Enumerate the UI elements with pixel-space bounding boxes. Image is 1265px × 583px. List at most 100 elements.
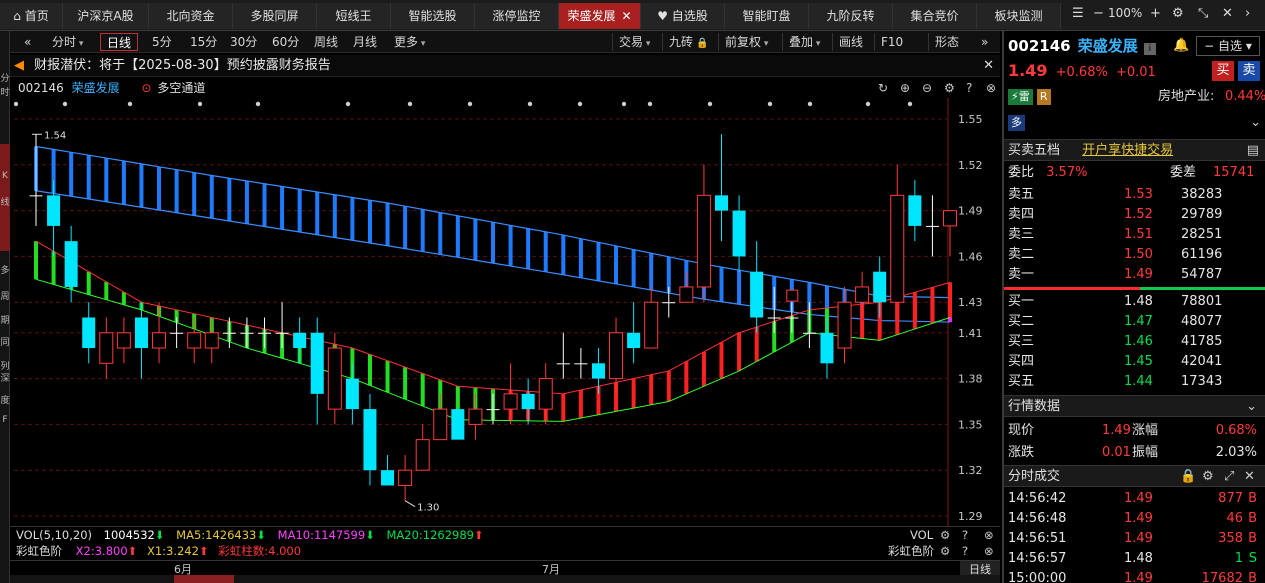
zoom-in-icon[interactable]: + xyxy=(1150,6,1161,21)
quote-name[interactable]: 荣盛发展 xyxy=(1078,37,1138,55)
period-0[interactable]: 分时 ▾ xyxy=(46,33,89,51)
buy-row[interactable]: 买二 1.47 48077 xyxy=(1008,312,1261,332)
period-5[interactable]: 60分 xyxy=(266,33,305,51)
period-6[interactable]: 周线 xyxy=(308,33,344,51)
vol-help-icon[interactable]: ? xyxy=(962,527,968,543)
trades-lock-icon[interactable]: 🔒 xyxy=(1180,466,1196,488)
period-3[interactable]: 15分 xyxy=(184,33,223,51)
buy-row[interactable]: 买五 1.44 17343 xyxy=(1008,372,1261,392)
market-collapse-icon[interactable]: ⌄ xyxy=(1246,396,1257,418)
menu-icon[interactable]: ☰ xyxy=(1072,6,1084,21)
expand-chevron-icon[interactable]: ⌄ xyxy=(1250,113,1261,133)
orderbook-menu-icon[interactable]: ▤ xyxy=(1247,140,1259,162)
settings-icon[interactable]: ⚙ xyxy=(1172,6,1184,21)
left-strip-label[interactable]: 时 xyxy=(0,85,10,98)
vol-right-label[interactable]: VOL xyxy=(910,527,933,543)
close-window-icon[interactable]: ✕ xyxy=(1222,6,1233,21)
left-strip-label[interactable]: K xyxy=(0,171,10,181)
left-strip-label[interactable]: 周 xyxy=(0,289,10,302)
tab-2[interactable]: 北向资金 xyxy=(149,3,233,29)
vol-settings-icon[interactable]: ⚙ xyxy=(940,527,950,543)
trades-expand-icon[interactable]: ⤢ xyxy=(1224,466,1234,488)
tab-11[interactable]: 集合竞价 xyxy=(893,3,977,29)
close-tab-icon[interactable]: ✕ xyxy=(621,9,631,23)
close-notice-icon[interactable]: ✕ xyxy=(983,55,994,77)
expand-right-icon[interactable]: » xyxy=(975,33,994,51)
period-7[interactable]: 月线 xyxy=(347,33,383,51)
refresh-icon[interactable]: ↻ xyxy=(878,78,888,98)
vol-label[interactable]: VOL(5,10,20) xyxy=(16,528,92,542)
trades-settings-icon[interactable]: ⚙ xyxy=(1202,466,1214,488)
add-indicator-icon[interactable]: ⊕ xyxy=(900,78,910,98)
left-strip-label[interactable]: F xyxy=(0,415,10,425)
sell-row[interactable]: 卖三 1.51 28251 xyxy=(1008,225,1261,245)
earnings-notice[interactable]: ◀ 财报潜伏：将于【2025-08-30】预约披露财务报告 ✕ xyxy=(10,55,1000,77)
left-strip-label[interactable]: 分 xyxy=(0,71,10,84)
vol-close-icon[interactable]: ⊗ xyxy=(984,527,994,543)
more-tag[interactable]: 多 xyxy=(1008,115,1025,131)
help-icon[interactable]: ? xyxy=(966,78,972,98)
left-strip-label[interactable]: 度 xyxy=(0,393,10,406)
left-strip-label[interactable]: 深 xyxy=(0,371,10,384)
event-flag-icon[interactable] xyxy=(786,289,799,302)
left-strip-label[interactable]: 期 xyxy=(0,313,10,326)
rainbow-label[interactable]: 彩虹色阶 xyxy=(16,544,62,558)
tool-5[interactable]: F10 xyxy=(874,33,909,51)
tab-4[interactable]: 短线王 xyxy=(317,3,391,29)
rainbow-settings-icon[interactable]: ⚙ xyxy=(940,543,950,559)
period-4[interactable]: 30分 xyxy=(224,33,263,51)
buy-button[interactable]: 买 xyxy=(1212,61,1234,81)
channel-label[interactable]: 多空通道 xyxy=(157,81,205,95)
remove-indicator-icon[interactable]: ⊖ xyxy=(922,78,932,98)
sell-row[interactable]: 卖一 1.49 54787 xyxy=(1008,265,1261,285)
left-strip-label[interactable]: 同 xyxy=(0,335,10,348)
tab-1[interactable]: 沪深京A股 xyxy=(63,3,149,29)
bell-icon[interactable]: 🔔 xyxy=(1173,35,1189,57)
tool-4[interactable]: 画线 xyxy=(832,33,869,51)
left-strip-label[interactable]: 线 xyxy=(0,195,10,208)
trades-close-icon[interactable]: ✕ xyxy=(1244,466,1255,488)
buy-row[interactable]: 买三 1.46 41785 xyxy=(1008,332,1261,352)
buy-row[interactable]: 买一 1.48 78801 xyxy=(1008,292,1261,312)
tool-3[interactable]: 叠加 ▾ xyxy=(782,33,826,51)
tab-6[interactable]: 涨停监控 xyxy=(475,3,559,29)
settings-chart-icon[interactable]: ⚙ xyxy=(944,78,955,98)
sell-button[interactable]: 卖 xyxy=(1238,61,1260,81)
sell-row[interactable]: 卖四 1.52 29789 xyxy=(1008,205,1261,225)
candle[interactable] xyxy=(451,409,465,440)
open-account-link[interactable]: 开户享快捷交易 xyxy=(1082,143,1173,158)
period-2[interactable]: 5分 xyxy=(146,33,178,51)
channel-dropdown-icon[interactable]: ⊙ xyxy=(141,81,151,95)
period-8[interactable]: 更多 ▾ xyxy=(388,33,431,51)
left-strip-label[interactable]: 多 xyxy=(0,263,10,276)
industry-label[interactable]: 房地产业: xyxy=(1158,87,1214,107)
bottom-tab-active[interactable] xyxy=(174,575,234,583)
tab-0[interactable]: ⌂ 首页 xyxy=(0,3,63,29)
tool-6[interactable]: 形态 xyxy=(928,33,965,51)
tab-8[interactable]: ♥ 自选股 xyxy=(641,3,725,29)
tool-0[interactable]: 交易 ▾ xyxy=(612,33,656,51)
period-1[interactable]: 日线 xyxy=(100,33,139,51)
buy-row[interactable]: 买四 1.45 42041 xyxy=(1008,352,1261,372)
rainbow-help-icon[interactable]: ? xyxy=(962,543,968,559)
close-chart-icon[interactable]: ⊗ xyxy=(986,78,996,98)
zoom-out-icon[interactable]: − xyxy=(1093,6,1104,21)
tab-3[interactable]: 多股同屏 xyxy=(233,3,317,29)
sell-row[interactable]: 卖五 1.53 38283 xyxy=(1008,185,1261,205)
collapse-icon[interactable]: ⤡ xyxy=(1198,6,1208,21)
tab-12[interactable]: 板块监测 xyxy=(977,3,1061,29)
info-icon[interactable]: i xyxy=(1143,43,1156,55)
tool-1[interactable]: 九砖 🔒 xyxy=(662,33,715,51)
watchlist-select[interactable]: − 自选 ▾ xyxy=(1196,36,1260,56)
tool-2[interactable]: 前复权 ▾ xyxy=(718,33,774,51)
chart-stock-name[interactable]: 荣盛发展 xyxy=(72,81,120,95)
sell-row[interactable]: 卖二 1.50 61196 xyxy=(1008,245,1261,265)
rainbow-close-icon[interactable]: ⊗ xyxy=(984,543,994,559)
kline-chart[interactable]: 1.55 1.52 1.49 1.46 1.43 1.41 1.38 1.35 1.32 1.29… xyxy=(10,98,1000,526)
next-icon[interactable]: › xyxy=(1245,6,1250,21)
thunder-tag[interactable]: ⚡雷 xyxy=(1008,89,1033,105)
collapse-left-icon[interactable]: « xyxy=(18,33,37,51)
tab-7[interactable]: 荣盛发展 ✕ xyxy=(559,3,641,29)
tab-5[interactable]: 智能选股 xyxy=(391,3,475,29)
r-tag[interactable]: R xyxy=(1036,89,1051,105)
